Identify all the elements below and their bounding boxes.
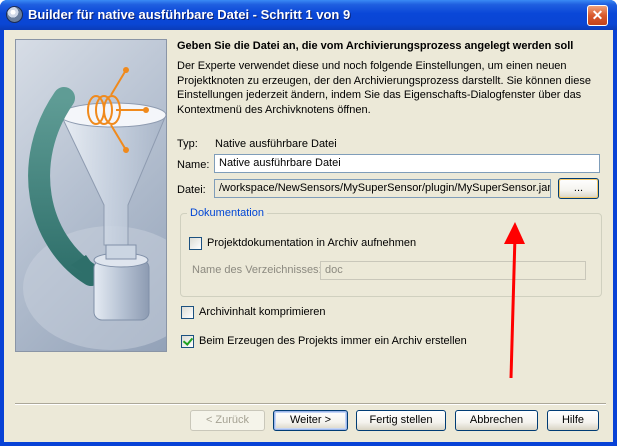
compress-checkbox[interactable] [181, 306, 194, 319]
name-label: Name: [177, 159, 210, 171]
app-icon [6, 6, 23, 23]
doc-dir-label: Name des Verzeichnisses: [192, 264, 322, 276]
type-value: Native ausführbare Datei [215, 138, 337, 150]
window-frame-bottom [0, 442, 617, 446]
include-docs-checkbox[interactable] [189, 237, 202, 250]
name-input[interactable]: Native ausführbare Datei [214, 154, 600, 173]
back-button[interactable]: < Zurück [190, 410, 265, 431]
include-docs-label[interactable]: Projektdokumentation in Archiv aufnehmen [207, 237, 416, 249]
step-heading: Geben Sie die Datei an, die vom Archivie… [177, 40, 574, 52]
cancel-button[interactable]: Abbrechen [455, 410, 538, 431]
always-build-label[interactable]: Beim Erzeugen des Projekts immer ein Arc… [199, 335, 467, 347]
title-bar[interactable]: Builder für native ausführbare Datei - S… [0, 0, 617, 30]
funnel-jar-graphic [23, 67, 166, 350]
red-annotation-arrow [504, 222, 525, 379]
file-path-field[interactable]: /workspace/NewSensors/MySuperSensor/plug… [214, 179, 551, 198]
window-frame-right [613, 30, 617, 446]
window-title: Builder für native ausführbare Datei - S… [28, 7, 351, 22]
help-button[interactable]: Hilfe [547, 410, 599, 431]
wizard-illustration [15, 39, 167, 352]
dialog-client-area: Geben Sie die Datei an, die vom Archivie… [4, 30, 613, 442]
button-separator [15, 403, 606, 405]
step-description: Der Experte verwendet diese und noch fol… [177, 60, 591, 116]
file-label: Datei: [177, 184, 206, 196]
dialog-window: Builder für native ausführbare Datei - S… [0, 0, 617, 446]
type-label: Typ: [177, 138, 198, 150]
documentation-group-title: Dokumentation [187, 207, 267, 219]
compress-label[interactable]: Archivinhalt komprimieren [199, 306, 326, 318]
close-button[interactable]: ✕ [587, 5, 608, 26]
browse-button[interactable]: ... [558, 178, 599, 199]
next-button[interactable]: Weiter > [273, 410, 348, 431]
always-build-checkbox[interactable] [181, 335, 194, 348]
finish-button[interactable]: Fertig stellen [356, 410, 446, 431]
documentation-group [180, 213, 602, 297]
doc-dir-input[interactable]: doc [320, 261, 586, 280]
